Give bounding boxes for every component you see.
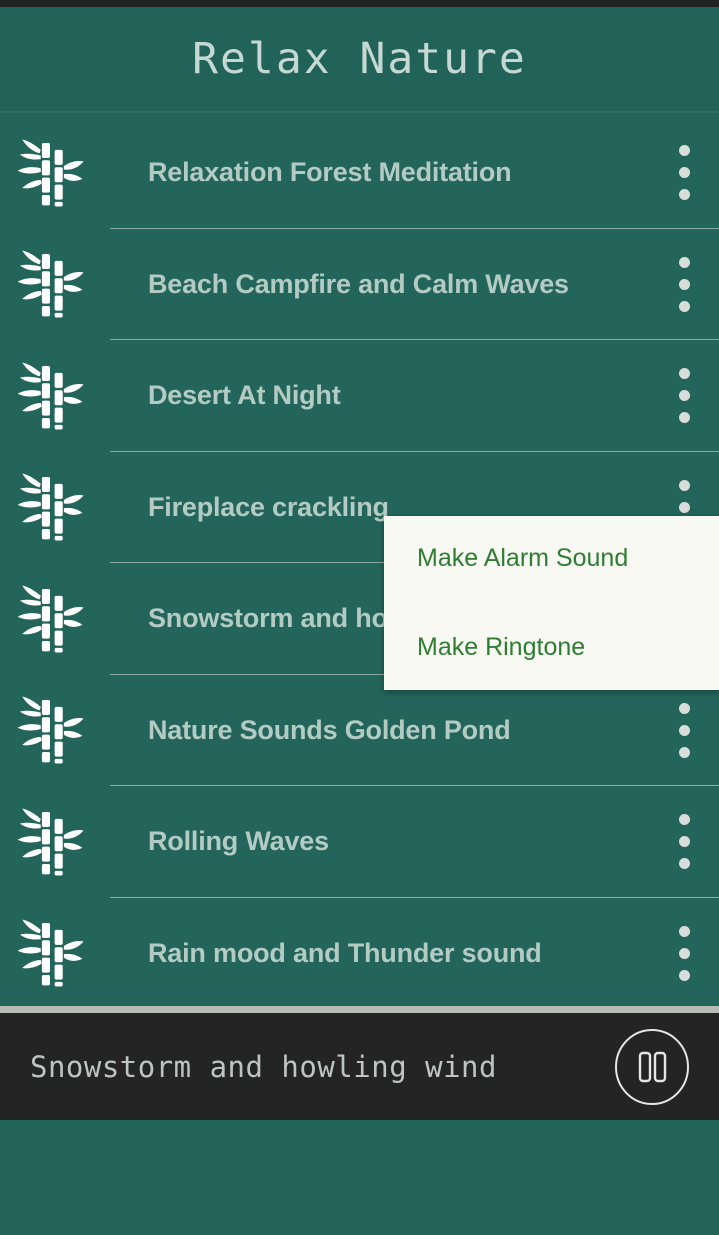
track-title: Relaxation Forest Meditation [148, 157, 512, 188]
more-vertical-icon[interactable] [649, 675, 719, 787]
bamboo-icon [0, 452, 100, 564]
pause-icon[interactable] [613, 1028, 691, 1106]
now-playing-title: Snowstorm and howling wind [30, 1049, 497, 1084]
app-header: Relax Nature [0, 7, 719, 111]
bamboo-icon [0, 229, 100, 341]
status-bar [0, 0, 719, 7]
track-title: Beach Campfire and Calm Waves [148, 268, 569, 299]
track-title: Nature Sounds Golden Pond [148, 714, 511, 745]
bamboo-icon [0, 786, 100, 898]
context-menu[interactable]: Make Alarm Sound Make Ringtone [384, 516, 719, 690]
bamboo-icon [0, 563, 100, 675]
bamboo-icon [0, 340, 100, 452]
more-vertical-icon[interactable] [649, 229, 719, 341]
player-bar: Snowstorm and howling wind [0, 1013, 719, 1120]
header-divider [0, 111, 719, 113]
bamboo-icon [0, 675, 100, 787]
player-divider [0, 1006, 719, 1013]
page-title: Relax Nature [192, 34, 527, 84]
bamboo-icon [0, 117, 100, 229]
bottom-empty-area [0, 1120, 719, 1235]
list-item[interactable]: Relaxation Forest Meditation [0, 117, 719, 229]
list-item[interactable]: Nature Sounds Golden Pond [0, 675, 719, 787]
track-title: Rain mood and Thunder sound [148, 937, 542, 968]
list-item[interactable]: Rolling Waves [0, 786, 719, 898]
list-item[interactable]: Beach Campfire and Calm Waves [0, 229, 719, 341]
track-title: Rolling Waves [148, 826, 329, 857]
more-vertical-icon[interactable] [649, 786, 719, 898]
more-vertical-icon[interactable] [649, 898, 719, 1010]
more-vertical-icon[interactable] [649, 117, 719, 229]
list-item[interactable]: Rain mood and Thunder sound [0, 898, 719, 1010]
bamboo-icon [0, 898, 100, 1010]
track-title: Desert At Night [148, 380, 341, 411]
more-vertical-icon[interactable] [649, 340, 719, 452]
app-screen: Relax Nature Relaxation Forest Meditatio… [0, 0, 719, 1235]
menu-item-make-alarm-sound[interactable]: Make Alarm Sound [417, 544, 628, 573]
menu-item-make-ringtone[interactable]: Make Ringtone [417, 633, 585, 662]
list-item[interactable]: Desert At Night [0, 340, 719, 452]
